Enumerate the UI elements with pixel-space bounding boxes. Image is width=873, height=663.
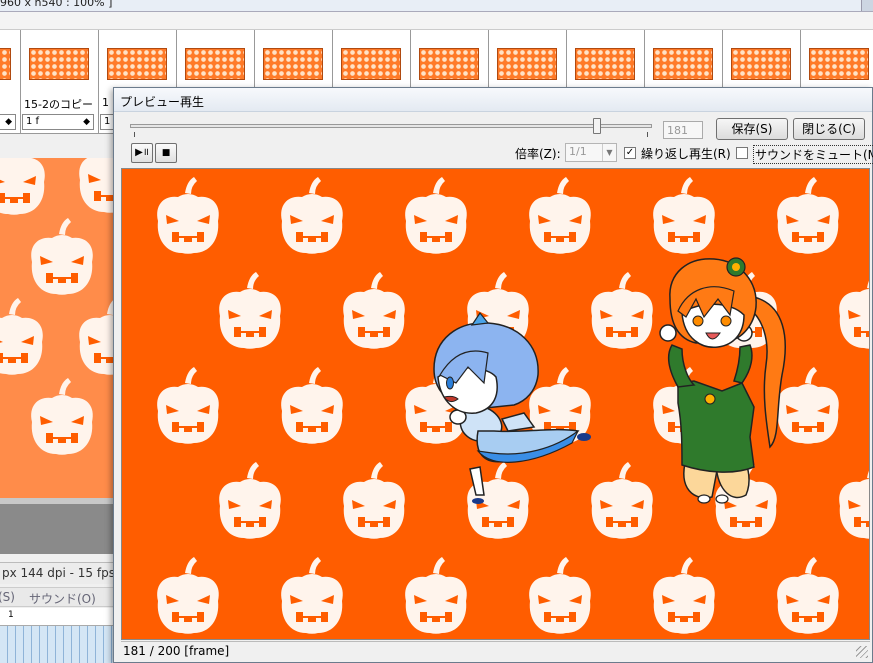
frame-duration-spinner[interactable]: f◆ bbox=[0, 114, 16, 130]
dialog-status-bar: 181 / 200 [frame] bbox=[121, 641, 870, 660]
frame-thumbnail[interactable] bbox=[107, 48, 167, 80]
main-status-text: px 144 dpi - 15 fps bbox=[2, 566, 115, 580]
frame-thumbnail[interactable] bbox=[419, 48, 479, 80]
spinner-arrows-icon[interactable]: ◆ bbox=[83, 115, 90, 129]
pumpkin-icon bbox=[343, 272, 405, 349]
timeline-menu-item[interactable]: (S) bbox=[0, 590, 15, 604]
loop-checkbox-label[interactable]: 繰り返し再生(R) bbox=[641, 145, 731, 162]
pumpkin-icon bbox=[219, 462, 281, 539]
main-window-title-text: 960 x h540 : 100% ] bbox=[0, 0, 113, 9]
frame-thumbnail[interactable] bbox=[29, 48, 89, 80]
rate-select[interactable]: 1/1 ▼ bbox=[565, 143, 617, 162]
pumpkin-icon bbox=[591, 462, 653, 539]
window-control-button[interactable] bbox=[861, 0, 873, 11]
pumpkin-icon bbox=[31, 378, 93, 455]
frame-duration-value: 1 bbox=[104, 116, 111, 127]
pumpkin-icon bbox=[777, 177, 839, 254]
rate-label: 倍率(Z): bbox=[515, 147, 561, 161]
save-button[interactable]: 保存(S) bbox=[716, 118, 788, 140]
chevron-down-icon[interactable]: ▼ bbox=[602, 144, 616, 161]
seek-slider[interactable] bbox=[130, 118, 652, 140]
frame-thumbnail[interactable] bbox=[341, 48, 401, 80]
background-canvas bbox=[0, 158, 120, 498]
pumpkin-icon bbox=[281, 177, 343, 254]
preview-dialog: プレビュー再生 保存(S) 閉じる(C) ▶॥ ■ 倍率(Z): 1/1 ▼ ✓… bbox=[113, 87, 873, 663]
pumpkin-icon bbox=[157, 557, 219, 634]
rate-select-value: 1/1 bbox=[569, 145, 587, 158]
pumpkin-icon bbox=[777, 557, 839, 634]
pumpkin-icon bbox=[839, 272, 869, 349]
background-canvas-margin bbox=[0, 498, 120, 554]
close-button[interactable]: 閉じる(C) bbox=[793, 118, 865, 140]
frame-thumbnail[interactable] bbox=[263, 48, 323, 80]
pumpkin-icon bbox=[591, 272, 653, 349]
main-window-title: 960 x h540 : 100% ] bbox=[0, 0, 873, 12]
background-pumpkin-pattern bbox=[0, 158, 120, 455]
pumpkin-icon bbox=[405, 177, 467, 254]
ruler-mark: 1 bbox=[8, 610, 14, 620]
frame-counter: 181 / 200 [frame] bbox=[123, 644, 230, 658]
frame-thumbnail[interactable] bbox=[809, 48, 869, 80]
seek-tick bbox=[134, 132, 135, 137]
pumpkin-icon bbox=[31, 218, 93, 295]
pumpkin-icon bbox=[839, 462, 869, 539]
frame-duration-spinner[interactable]: 1 f ◆ bbox=[22, 114, 94, 130]
pumpkin-icon bbox=[777, 367, 839, 444]
pumpkin-icon bbox=[0, 158, 45, 215]
preview-canvas bbox=[157, 177, 869, 634]
frame-name: 1 bbox=[102, 96, 109, 109]
pumpkin-icon bbox=[281, 557, 343, 634]
frame-thumbnail[interactable] bbox=[0, 48, 11, 80]
pumpkin-icon bbox=[653, 557, 715, 634]
frame-thumbnail[interactable] bbox=[731, 48, 791, 80]
dialog-title: プレビュー再生 bbox=[120, 95, 205, 109]
pumpkin-icon bbox=[157, 177, 219, 254]
preview-stage bbox=[121, 168, 870, 640]
pumpkin-icon bbox=[157, 367, 219, 444]
pumpkin-icon bbox=[405, 557, 467, 634]
seek-thumb[interactable] bbox=[593, 118, 601, 134]
timeline-ruler: 1 bbox=[0, 608, 120, 626]
frame-name: 15-2のコピー bbox=[24, 98, 93, 111]
frame-duration-value: 1 f bbox=[26, 116, 40, 127]
pumpkin-icon bbox=[0, 298, 43, 375]
dialog-title-bar[interactable]: プレビュー再生 bbox=[114, 88, 872, 112]
stop-icon[interactable]: ■ bbox=[155, 143, 177, 163]
frame-thumbnail[interactable] bbox=[185, 48, 245, 80]
timeline-menu-item-sound[interactable]: サウンド(O) bbox=[29, 590, 96, 607]
seek-track[interactable] bbox=[130, 124, 652, 128]
timeline-track[interactable] bbox=[0, 626, 120, 663]
mute-checkbox[interactable] bbox=[736, 147, 748, 159]
loop-checkbox[interactable]: ✓ bbox=[624, 147, 636, 159]
frame-cell[interactable]: 3f◆ bbox=[0, 30, 21, 133]
pumpkin-icon bbox=[529, 557, 591, 634]
pumpkin-icon bbox=[653, 177, 715, 254]
frame-thumbnail[interactable] bbox=[653, 48, 713, 80]
pumpkin-icon bbox=[219, 272, 281, 349]
frame-thumbnail[interactable] bbox=[497, 48, 557, 80]
main-toolbar bbox=[0, 12, 873, 30]
pumpkin-icon bbox=[529, 177, 591, 254]
timeline-menu: (S) サウンド(O) bbox=[0, 587, 120, 607]
play-pause-icon[interactable]: ▶॥ bbox=[131, 143, 153, 163]
mute-checkbox-label[interactable]: サウンドをミュート(M) bbox=[753, 145, 873, 164]
resize-grip[interactable] bbox=[856, 646, 868, 658]
spinner-arrows-icon[interactable]: ◆ bbox=[5, 115, 12, 129]
frame-thumbnail[interactable] bbox=[575, 48, 635, 80]
frame-number-input[interactable] bbox=[663, 121, 703, 139]
main-status-bar: px 144 dpi - 15 fps bbox=[0, 562, 120, 584]
pumpkin-icon bbox=[343, 462, 405, 539]
frame-cell[interactable]: 15-2のコピー 1 f ◆ bbox=[21, 30, 99, 133]
seek-tick bbox=[647, 132, 648, 137]
pumpkin-icon bbox=[281, 367, 343, 444]
